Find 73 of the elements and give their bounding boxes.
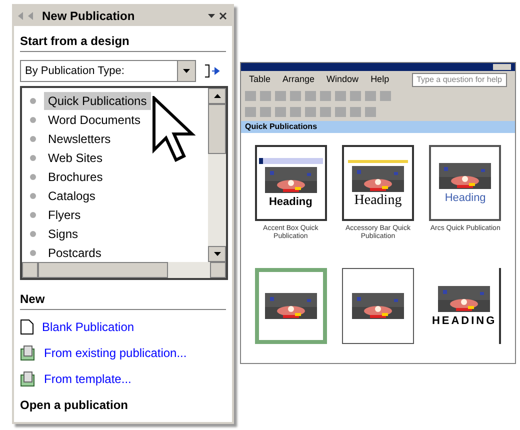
window-controls-icon[interactable] (493, 64, 511, 70)
menu-item[interactable]: Arrange (282, 73, 315, 87)
bullet-icon (30, 192, 36, 198)
toolbar-button-icon[interactable] (335, 107, 346, 117)
category-item[interactable]: Web Sites (44, 148, 106, 166)
section-heading: Start from a design (20, 32, 226, 52)
toolbar-button-icon[interactable] (365, 91, 376, 101)
category-item[interactable]: Catalogs (44, 186, 100, 204)
bullet-icon (30, 98, 36, 104)
bracket-arrow-icon[interactable] (204, 64, 222, 78)
menu-close-icon[interactable] (208, 12, 228, 20)
bullet-icon (30, 230, 36, 236)
thumbnail-heading: Heading (354, 194, 402, 206)
gallery-title: Quick Publications (241, 121, 515, 133)
new-publication-link[interactable]: From template... (44, 370, 132, 388)
folder-page-icon (20, 345, 36, 361)
bullet-icon (30, 174, 36, 180)
thumbnail-heading: Heading (444, 192, 486, 204)
category-item[interactable]: Newsletters (44, 130, 115, 148)
toolbar-button-icon[interactable] (305, 91, 316, 101)
accent-bar (258, 158, 323, 164)
design-thumbnail[interactable] (254, 268, 327, 344)
section-heading: Open a publication (20, 397, 130, 414)
bullet-icon (30, 250, 36, 256)
category-item[interactable]: Signs (44, 224, 82, 242)
scroll-down-icon[interactable] (214, 252, 220, 256)
category-item[interactable]: Word Documents (44, 110, 144, 128)
bullet-icon (30, 212, 36, 218)
toolbar-button-icon[interactable] (350, 107, 361, 117)
menu-item[interactable]: Window (326, 73, 359, 87)
category-item[interactable]: Flyers (44, 206, 85, 224)
toolbar-button-icon[interactable] (320, 107, 331, 117)
toolbar-button-icon[interactable] (275, 91, 286, 101)
blank-page-icon (20, 319, 34, 335)
toolbar-button-icon[interactable] (260, 107, 271, 117)
bullet-icon (30, 136, 36, 142)
type-dropdown[interactable]: By Publication Type: (20, 60, 196, 82)
toolbar-button-icon[interactable] (320, 91, 331, 101)
toolbar-button-icon[interactable] (245, 91, 256, 101)
category-item[interactable]: Postcards (44, 244, 106, 262)
caret-icon (183, 69, 190, 73)
design-thumbnail[interactable]: Heading (429, 145, 502, 221)
pane-title: New Publication (42, 8, 135, 25)
bullet-icon (30, 154, 36, 160)
horizontal-scrollbar[interactable] (22, 262, 226, 278)
help-search-field[interactable]: Type a question for help (412, 73, 507, 87)
new-publication-link[interactable]: From existing publication... (44, 344, 187, 362)
thumbnail-heading: Heading (268, 196, 312, 208)
bullet-icon (30, 116, 36, 122)
design-thumbnail[interactable] (342, 268, 414, 344)
category-item[interactable]: Brochures (44, 168, 107, 186)
toolbar-button-icon[interactable] (290, 91, 301, 101)
section-heading: New (20, 290, 226, 310)
menu-item[interactable]: Table (249, 73, 271, 87)
design-thumbnail[interactable]: Heading (254, 145, 327, 221)
toolbar-button-icon[interactable] (275, 107, 286, 117)
menu-item[interactable]: Help (370, 73, 390, 87)
toolbar-button-icon[interactable] (305, 107, 316, 117)
toolbar-button-icon[interactable] (245, 107, 256, 117)
new-publication-link[interactable]: Blank Publication (42, 318, 134, 336)
toolbar-button-icon[interactable] (335, 91, 346, 101)
category-item[interactable]: Quick Publications (44, 92, 151, 110)
accent-bar (348, 160, 408, 162)
toolbar-button-icon[interactable] (380, 91, 391, 101)
folder-page-icon (20, 371, 36, 387)
toolbar-button-icon[interactable] (365, 107, 376, 117)
toolbar-button-icon[interactable] (260, 91, 271, 101)
toolbar-button-icon[interactable] (290, 107, 301, 117)
toolbar-button-icon[interactable] (350, 91, 361, 101)
design-thumbnail[interactable]: Heading (342, 145, 414, 221)
vertical-scrollbar[interactable] (208, 88, 226, 262)
thumbnail-heading: HEADING (432, 314, 497, 326)
scroll-up-icon[interactable] (214, 94, 220, 98)
